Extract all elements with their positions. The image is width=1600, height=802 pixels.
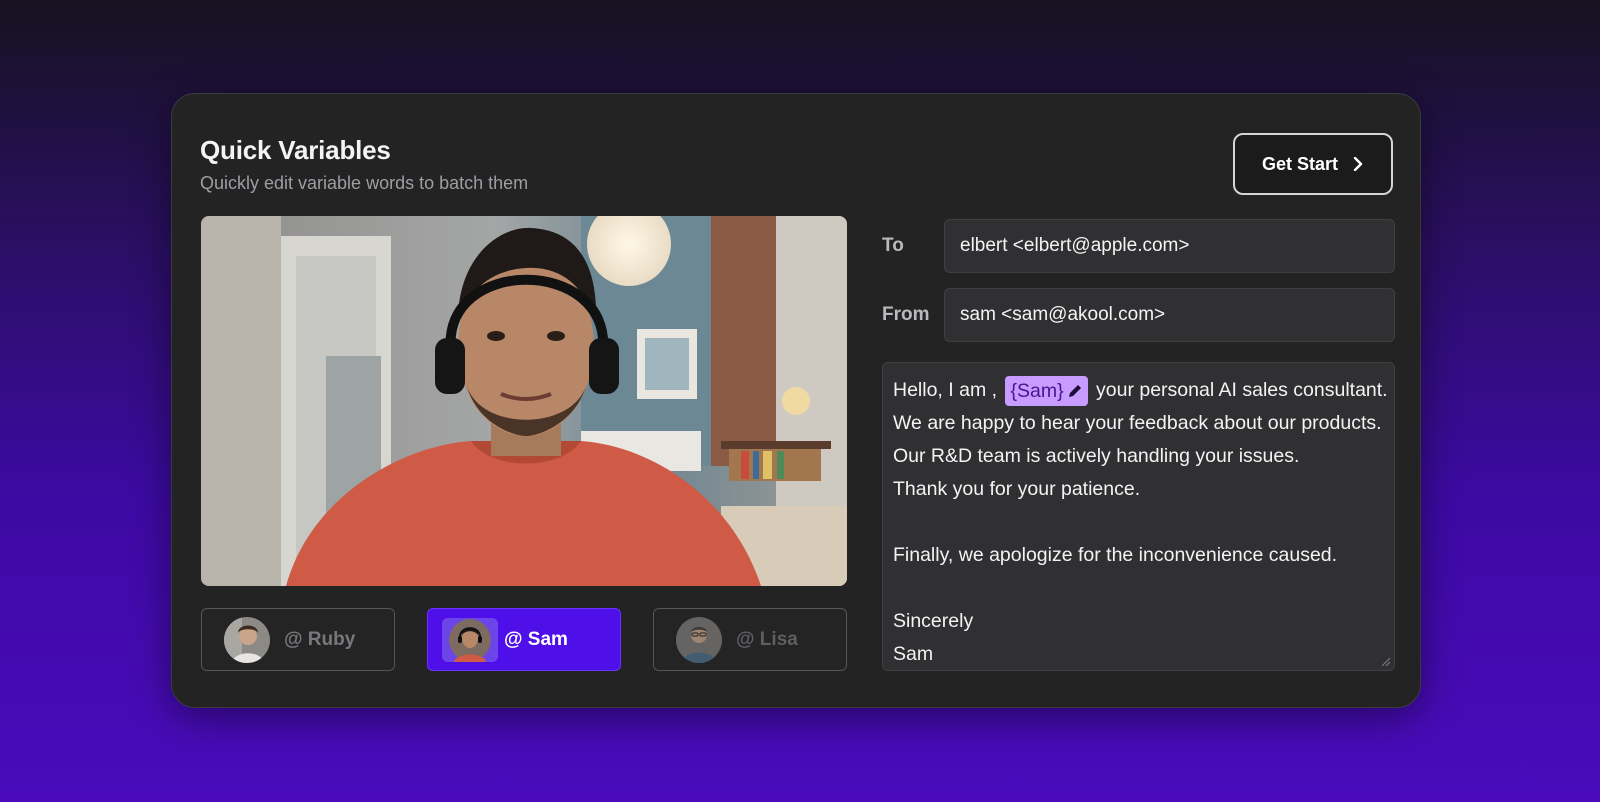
resize-handle-icon[interactable] — [1379, 655, 1391, 667]
intro-text: your personal AI sales consultant. — [1096, 379, 1388, 401]
pencil-icon — [1068, 384, 1081, 397]
avatar-sam-icon — [442, 617, 498, 662]
variable-tag[interactable]: {Sam} — [1005, 375, 1088, 406]
message-line-1: Hello, I am , {Sam} your personal AI sal… — [893, 374, 1388, 407]
from-label: From — [882, 304, 930, 325]
message-line-7: Sam — [893, 643, 934, 665]
avatar-label: @ Lisa — [736, 628, 798, 650]
avatar-label: @ Ruby — [284, 628, 356, 650]
get-start-button[interactable]: Get Start — [1233, 133, 1393, 195]
avatar-chip-ruby[interactable]: @ Ruby — [201, 608, 395, 671]
avatar-chip-lisa[interactable]: @ Lisa — [653, 608, 847, 671]
message-line-4: Thank you for your patience. — [893, 478, 1141, 500]
avatar-chip-sam[interactable]: @ Sam — [427, 608, 621, 671]
get-start-label: Get Start — [1261, 153, 1339, 174]
quick-variables-panel: Quick Variables Quickly edit variable wo… — [171, 93, 1421, 708]
message-line-5: Finally, we apologize for the inconvenie… — [893, 544, 1338, 566]
avatar-lisa-icon — [676, 616, 722, 663]
variable-text: {Sam} — [1010, 379, 1064, 402]
message-line-2: We are happy to hear your feedback about… — [893, 412, 1382, 434]
message-textarea[interactable]: Hello, I am , {Sam} your personal AI sal… — [882, 362, 1395, 671]
avatar-ruby-icon — [224, 616, 270, 663]
to-field[interactable]: elbert <elbert@apple.com> — [944, 219, 1395, 273]
message-line-3: Our R&D team is actively handling your i… — [893, 445, 1300, 467]
presenter-video-frame — [201, 216, 847, 586]
panel-title: Quick Variables — [200, 135, 391, 165]
greeting-text: Hello, I am , — [893, 379, 998, 401]
chevron-right-icon — [1353, 157, 1363, 171]
avatar-label: @ Sam — [504, 628, 568, 650]
panel-subtitle: Quickly edit variable words to batch the… — [200, 173, 529, 193]
message-line-6: Sincerely — [893, 610, 974, 632]
from-field[interactable]: sam <sam@akool.com> — [944, 288, 1395, 342]
to-label: To — [882, 235, 904, 256]
video-preview[interactable] — [201, 216, 847, 586]
